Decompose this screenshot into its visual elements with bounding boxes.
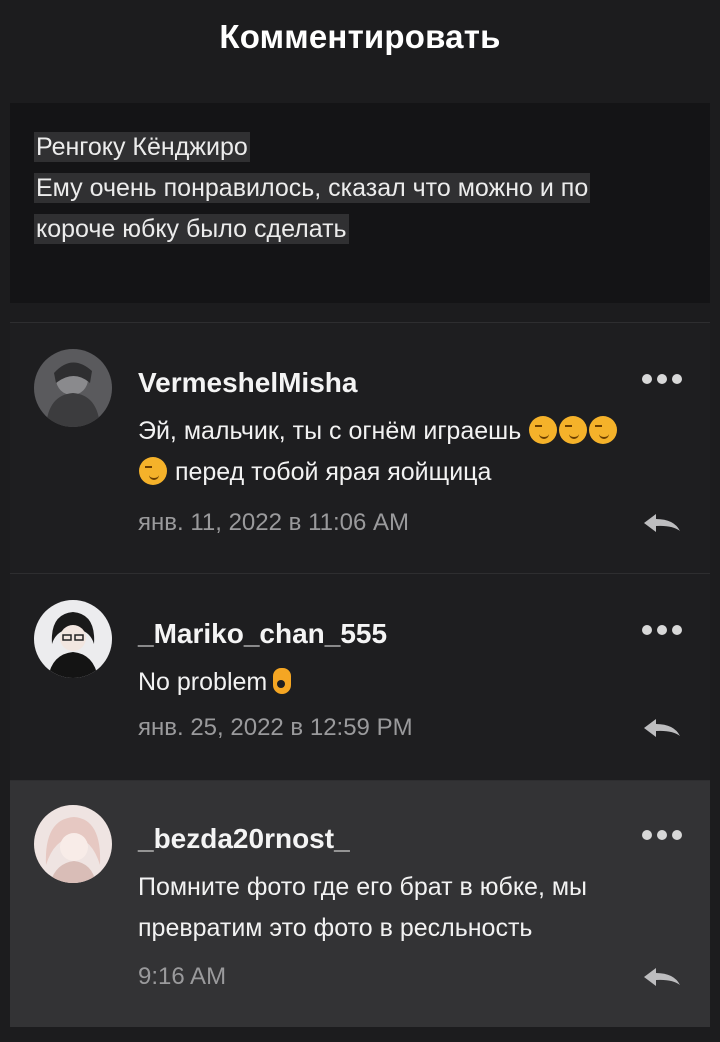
comment-text: Помните фото где его брат в юбке, мы пре… (138, 867, 698, 949)
comment-text-line-2: превратим это фото в ресльность (138, 914, 533, 942)
avatar-image (34, 805, 112, 883)
smirking-face-emoji (529, 416, 558, 444)
comment-date: янв. 25, 2022 в 12:59 PM (138, 714, 413, 741)
comment-text-line-2: перед тобой ярая яойщица (174, 458, 492, 486)
page-title: Комментировать (219, 18, 501, 55)
comment-text: No problem (138, 662, 698, 703)
comment-username[interactable]: _bezda20rnost_ (138, 823, 350, 855)
ok-hand-emoji (273, 668, 292, 694)
comment-item: _Mariko_chan_555 No problem янв. 25, 202… (10, 573, 710, 780)
avatar[interactable] (34, 600, 112, 678)
quoted-author: Ренгоку Кёнджиро (34, 132, 250, 162)
reply-arrow-icon[interactable] (642, 511, 682, 535)
comment-date: 9:16 AM (138, 963, 227, 990)
comment-list: VermeshelMisha Эй, мальчик, ты с огнём и… (10, 322, 710, 1027)
quoted-comment-text: Ренгоку Кёнджиро Ему очень понравилось, … (34, 127, 674, 250)
smirking-face-emoji (139, 457, 167, 485)
comment-date: янв. 11, 2022 в 11:06 AM (138, 509, 410, 536)
comment-item: VermeshelMisha Эй, мальчик, ты с огнём и… (10, 322, 710, 573)
comment-text-line-1: Эй, мальчик, ты с огнём играешь (138, 417, 522, 445)
avatar-image (34, 349, 112, 427)
reply-arrow-icon[interactable] (642, 716, 682, 740)
smirking-face-emoji (559, 416, 588, 444)
quoted-line-2: короче юбку было сделать (34, 214, 349, 244)
more-dots-icon[interactable] (642, 620, 688, 640)
comment-username[interactable]: VermeshelMisha (138, 367, 357, 399)
avatar[interactable] (34, 805, 112, 883)
comment-text: Эй, мальчик, ты с огнём играешь перед то… (138, 411, 698, 493)
comment-item: _bezda20rnost_ Помните фото где его брат… (10, 780, 710, 1027)
comment-text-line-1: Помните фото где его брат в юбке, мы (138, 873, 587, 901)
comment-text-line-1: No problem (138, 668, 268, 696)
more-dots-icon[interactable] (642, 825, 688, 845)
header: Комментировать (0, 0, 720, 82)
avatar[interactable] (34, 349, 112, 427)
quoted-line-1: Ему очень понравилось, сказал что можно … (34, 173, 591, 203)
smirking-face-emoji (589, 416, 618, 444)
quoted-comment: Ренгоку Кёнджиро Ему очень понравилось, … (10, 103, 710, 303)
more-dots-icon[interactable] (642, 369, 688, 389)
comment-username[interactable]: _Mariko_chan_555 (138, 618, 387, 650)
reply-arrow-icon[interactable] (642, 965, 682, 989)
avatar-image (34, 600, 112, 678)
